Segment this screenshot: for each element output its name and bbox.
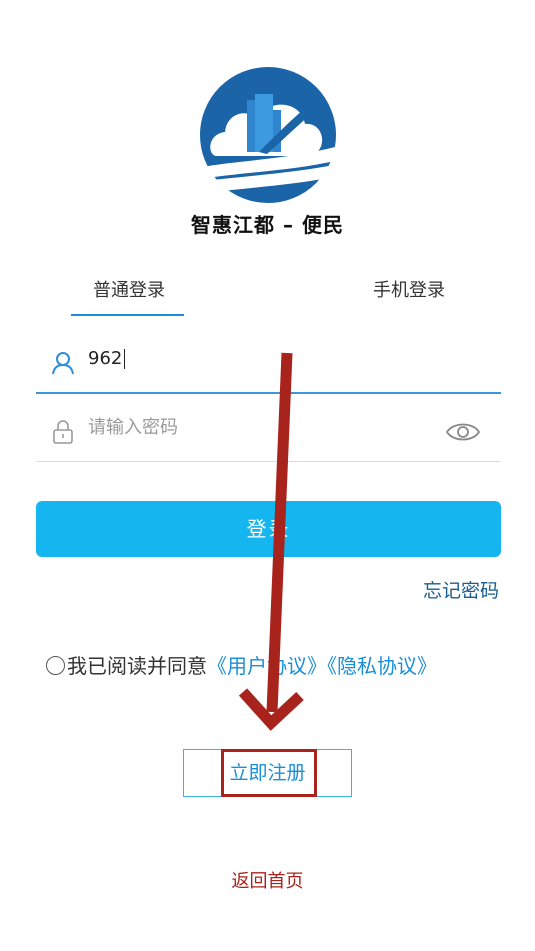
app-title: 智惠江都 – 便民	[191, 213, 344, 237]
password-input[interactable]: 请输入密码	[88, 416, 178, 440]
user-icon	[52, 352, 74, 375]
lock-icon	[53, 420, 73, 444]
agree-radio[interactable]	[46, 656, 65, 675]
active-tab-indicator	[71, 314, 184, 316]
back-home-link[interactable]: 返回首页	[0, 867, 535, 893]
annotation-highlight-box	[221, 749, 317, 797]
tab-normal-login[interactable]: 普通登录	[93, 276, 165, 302]
forgot-password-link[interactable]: 忘记密码	[423, 576, 499, 603]
username-input[interactable]: 962	[88, 347, 126, 371]
text-caret	[124, 349, 126, 369]
eye-icon[interactable]	[445, 419, 481, 445]
login-tabs: 普通登录 手机登录	[0, 276, 535, 318]
password-field[interactable]: 请输入密码	[36, 405, 501, 462]
tab-phone-login[interactable]: 手机登录	[373, 276, 445, 302]
city-cloud-logo-icon	[198, 65, 338, 205]
agree-text: 我已阅读并同意	[67, 654, 207, 678]
agreement-row: 我已阅读并同意《用户协议》《隐私协议》	[46, 650, 437, 679]
privacy-agreement-link[interactable]: 《隐私协议》	[327, 654, 437, 678]
login-button[interactable]: 登录	[36, 501, 501, 557]
username-field[interactable]: 962	[36, 336, 501, 394]
user-agreement-link[interactable]: 《用户协议》	[207, 654, 327, 678]
